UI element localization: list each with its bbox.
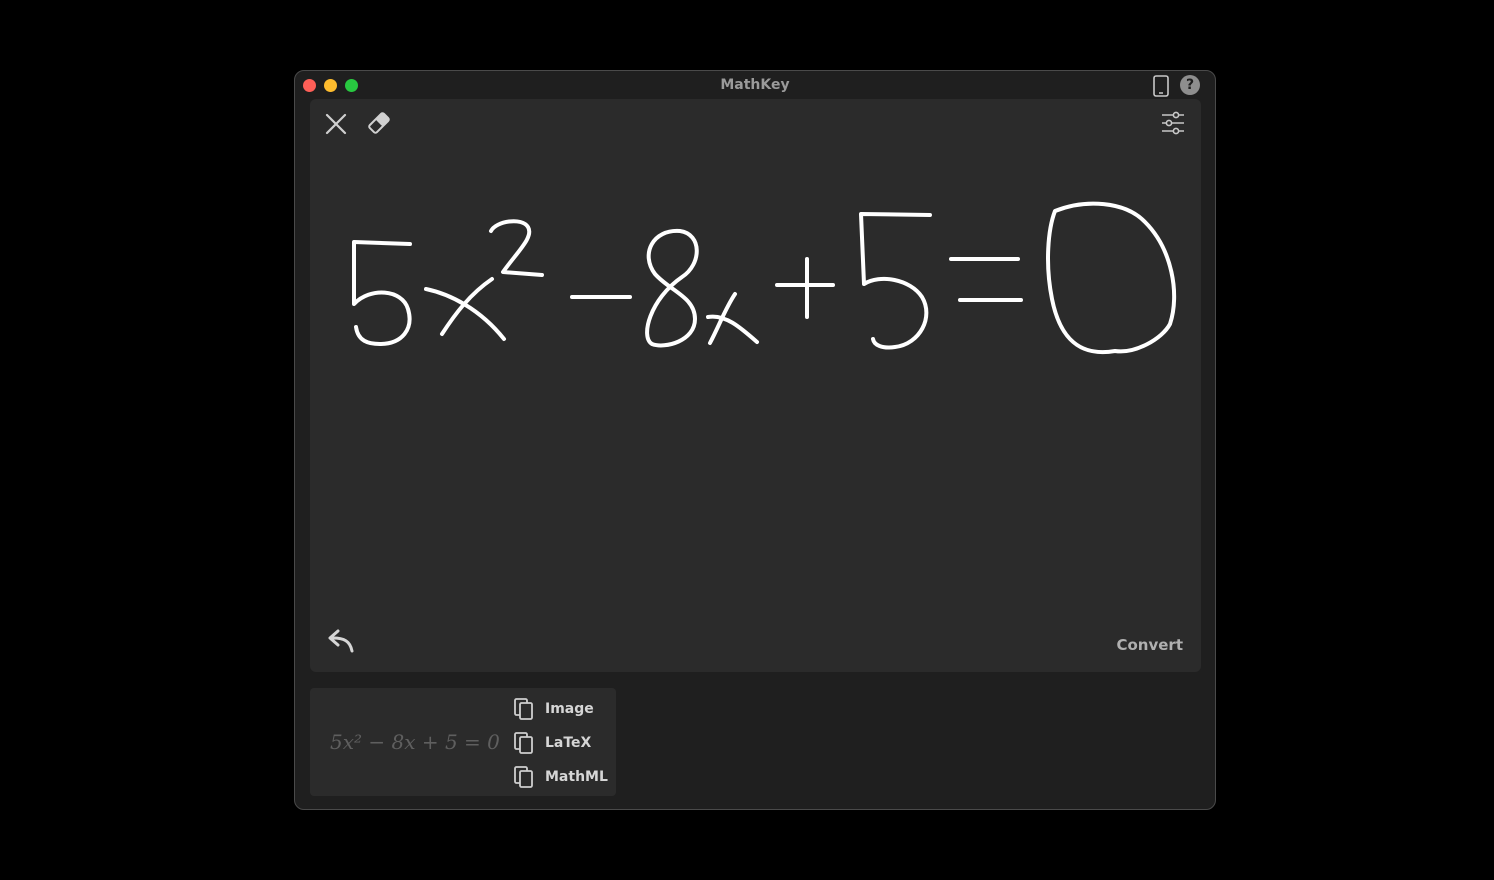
result-panel: 5x² − 8x + 5 = 0 Image LaTeX MathML <box>310 688 616 796</box>
copy-image-button[interactable]: Image <box>513 697 594 721</box>
undo-arrow-icon[interactable] <box>324 627 356 657</box>
handwritten-ink <box>352 201 1177 355</box>
ink-stroke-0 <box>1046 201 1177 355</box>
recognized-formula: 5x² − 8x + 5 = 0 <box>330 730 500 754</box>
copy-icon <box>514 766 533 788</box>
title-bar[interactable]: MathKey ? <box>295 71 1215 99</box>
copy-icon <box>514 698 533 720</box>
copy-mathml-button[interactable]: MathML <box>513 765 608 789</box>
copy-latex-label: LaTeX <box>545 735 592 751</box>
drawing-canvas[interactable]: Convert <box>310 99 1201 672</box>
ink-stroke-5b <box>859 212 932 350</box>
ink-stroke-x <box>424 287 506 341</box>
copy-mathml-label: MathML <box>545 769 608 785</box>
window-title: MathKey <box>720 77 790 93</box>
copy-image-label: Image <box>545 701 594 717</box>
ink-stroke-8 <box>645 228 699 348</box>
help-button[interactable]: ? <box>1180 75 1200 95</box>
copy-icon <box>514 732 533 754</box>
ink-stroke-5 <box>352 240 412 346</box>
ink-stroke-2 <box>489 219 544 277</box>
ipad-icon[interactable] <box>1152 75 1170 97</box>
mathkey-window: MathKey ? Convert 5x² − 8x + 5 = 0 Image… <box>294 70 1216 810</box>
convert-button[interactable]: Convert <box>1116 636 1183 654</box>
copy-latex-button[interactable]: LaTeX <box>513 731 591 755</box>
